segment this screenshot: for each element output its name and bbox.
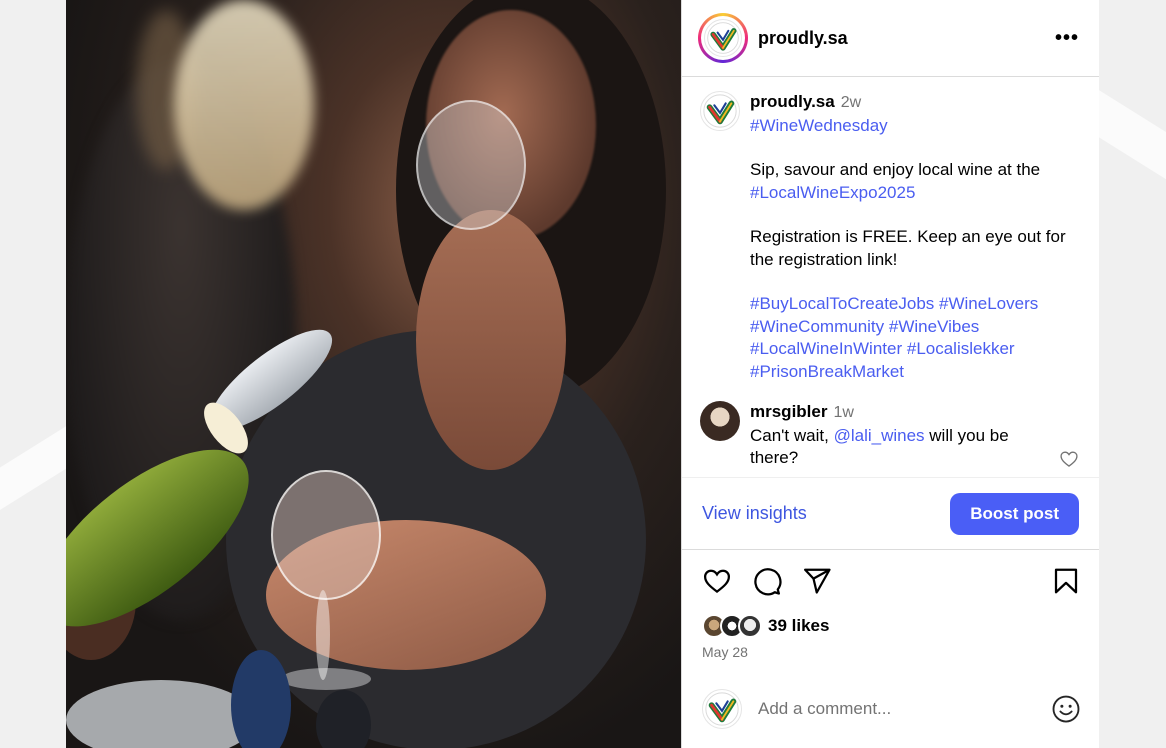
comment-like-heart-icon[interactable]: [1059, 449, 1079, 469]
likes-summary[interactable]: 39 likes: [682, 612, 1099, 640]
hashtag-link[interactable]: #WineWednesday: [750, 116, 888, 135]
caption-avatar[interactable]: [700, 91, 740, 131]
hashtag-link[interactable]: #BuyLocalToCreateJobs: [750, 294, 934, 313]
hashtag-link[interactable]: #WineVibes: [889, 317, 979, 336]
liker-avatar: [738, 614, 762, 638]
post-photo: [66, 0, 681, 748]
comment-input[interactable]: [758, 699, 1051, 719]
more-horizontal-icon[interactable]: •••: [1051, 27, 1083, 50]
comment-icon[interactable]: [752, 566, 782, 596]
comment-text: Can't wait,: [750, 425, 829, 445]
boost-post-button[interactable]: Boost post: [950, 492, 1079, 535]
hashtag-link[interactable]: #Localislekker: [907, 339, 1015, 358]
comment-time: 1w: [833, 404, 854, 421]
instagram-post: proudly.sa ••• proudly.sa 2w #WineWednes…: [66, 0, 1099, 748]
owner-actions: View insights Boost post: [682, 477, 1099, 550]
caption-hashtags: #BuyLocalToCreateJobs #WineLovers #WineC…: [750, 293, 1080, 383]
add-comment-bar: [682, 670, 1099, 748]
mention-link[interactable]: @lali_wines: [834, 426, 925, 445]
heart-icon[interactable]: [702, 566, 732, 596]
commenter-avatar[interactable]: [700, 401, 740, 441]
bookmark-icon[interactable]: [1051, 566, 1081, 596]
share-icon[interactable]: [802, 566, 832, 596]
hashtag-link[interactable]: #LocalWineExpo2025: [750, 183, 915, 202]
proudly-sa-logo-icon: [704, 19, 742, 57]
post-date: May 28: [702, 644, 748, 660]
view-insights-link[interactable]: View insights: [702, 503, 807, 524]
caption-text: Sip, savour and enjoy local wine at the: [750, 160, 1041, 179]
action-icons: [682, 550, 1099, 612]
emoji-icon[interactable]: [1051, 694, 1081, 724]
comment-username[interactable]: mrsgibler: [750, 402, 827, 421]
hashtag-link[interactable]: #PrisonBreakMarket: [750, 362, 904, 381]
caption: proudly.sa 2w #WineWednesday Sip, savour …: [700, 91, 1083, 383]
post-header: proudly.sa •••: [682, 0, 1099, 77]
comment-item: mrsgibler 1w Can't wait, @lali_wines will…: [700, 401, 1083, 470]
caption-username[interactable]: proudly.sa: [750, 92, 835, 111]
likes-count[interactable]: 39 likes: [768, 616, 829, 636]
post-sidebar: proudly.sa ••• proudly.sa 2w #WineWednes…: [681, 0, 1099, 748]
caption-text: Registration is FREE. Keep an eye out fo…: [750, 227, 1066, 269]
hashtag-link[interactable]: #LocalWineInWinter: [750, 339, 902, 358]
header-username[interactable]: proudly.sa: [758, 28, 1051, 49]
caption-time: 2w: [840, 94, 862, 111]
hashtag-link[interactable]: #WineLovers: [939, 294, 1038, 313]
comments-section[interactable]: proudly.sa 2w #WineWednesday Sip, savour …: [682, 77, 1099, 477]
hashtag-link[interactable]: #WineCommunity: [750, 317, 884, 336]
current-user-avatar: [702, 689, 742, 729]
account-avatar[interactable]: [698, 13, 748, 63]
